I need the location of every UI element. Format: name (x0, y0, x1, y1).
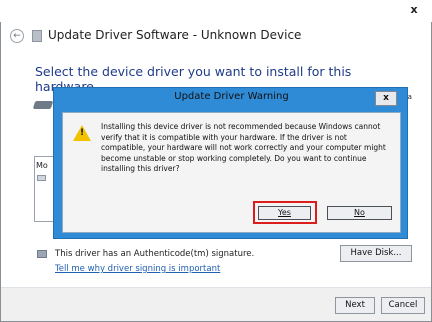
device-manager-icon (32, 30, 42, 42)
dialog-body: ! Installing this device driver is not r… (62, 112, 401, 233)
next-button[interactable]: Next (335, 297, 375, 314)
models-list-label: Mo (36, 161, 48, 170)
cancel-button[interactable]: Cancel (381, 297, 425, 314)
wizard-title: Update Driver Software - Unknown Device (48, 28, 302, 42)
warning-message: Installing this device driver is not rec… (101, 122, 386, 173)
signature-text: This driver has an Authenticode(tm) sign… (55, 249, 255, 259)
window-titlebar (0, 0, 432, 22)
yes-button[interactable]: Yes (258, 206, 311, 220)
no-button[interactable]: No (327, 206, 392, 220)
dialog-title: Update Driver Warning (174, 91, 289, 102)
dialog-close-button[interactable]: x (375, 91, 397, 106)
warning-mark: ! (79, 128, 85, 138)
model-row-icon (37, 175, 46, 181)
signed-driver-icon (37, 250, 47, 258)
device-icon (32, 101, 54, 109)
update-driver-warning-dialog: Update Driver Warning x ! Installing thi… (53, 87, 408, 239)
back-button[interactable]: ← (10, 29, 24, 43)
driver-signing-link[interactable]: Tell me why driver signing is important (55, 264, 220, 274)
window-close-button[interactable]: x (404, 2, 424, 18)
have-disk-button[interactable]: Have Disk... (340, 245, 412, 262)
